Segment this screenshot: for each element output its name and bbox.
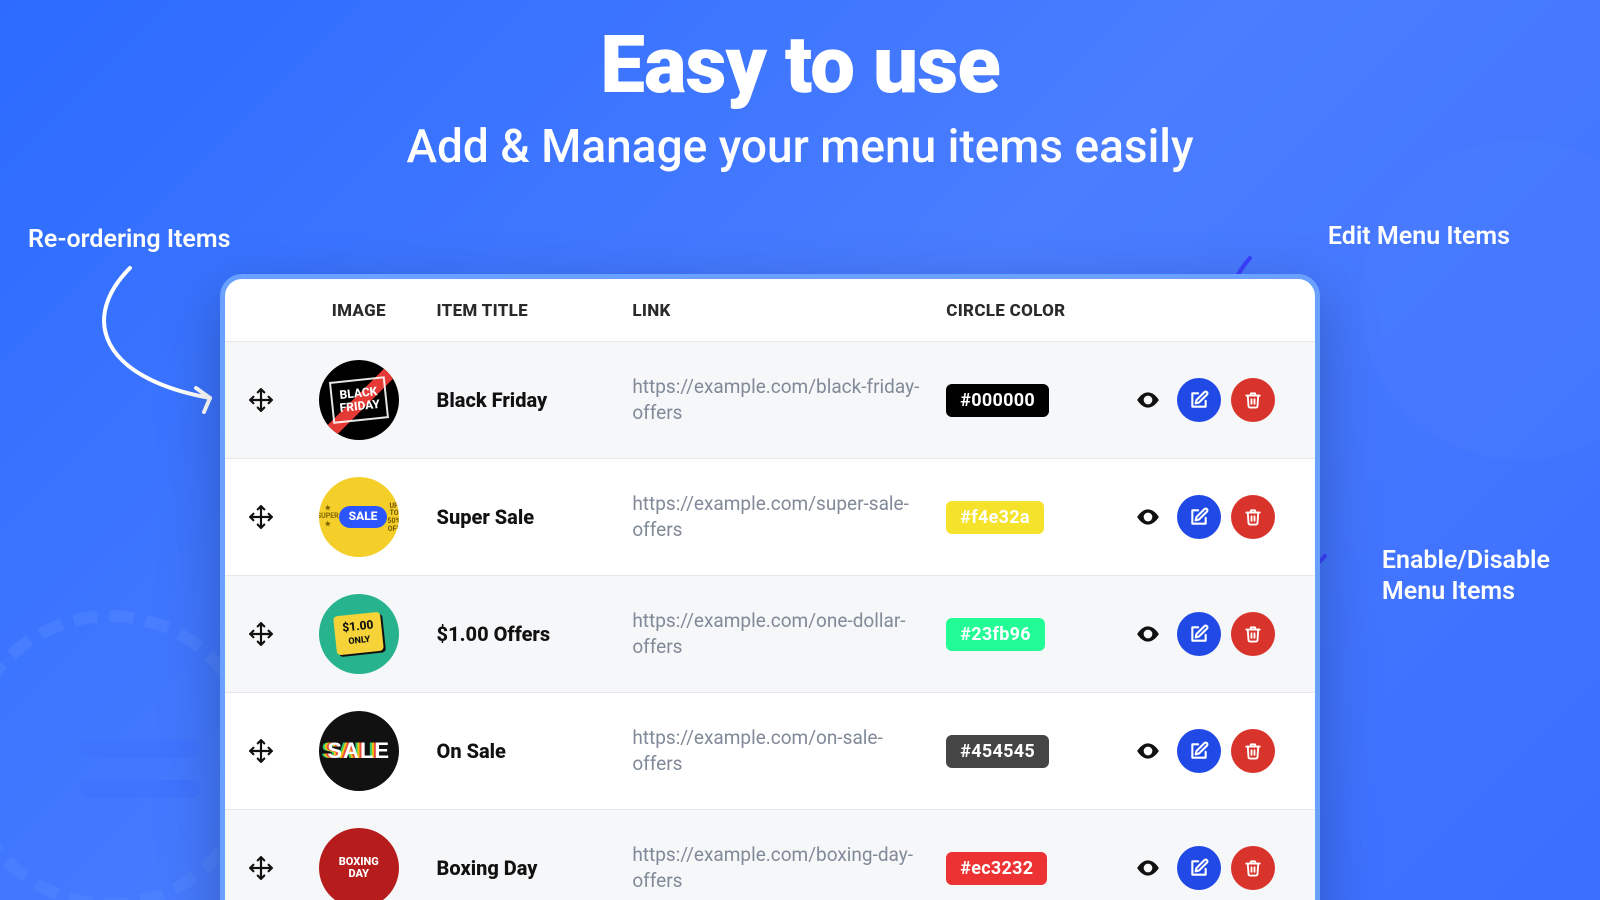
visibility-toggle[interactable] [1129,849,1167,887]
edit-button[interactable] [1177,495,1221,539]
delete-button[interactable] [1231,378,1275,422]
item-link: https://example.com/black-friday-offers [632,374,926,425]
table-row: BOXINGDAY Boxing Day https://example.com/b… [225,810,1315,900]
drag-handle-icon[interactable] [241,380,281,420]
item-link: https://example.com/one-dollar-offers [632,608,926,659]
edit-button[interactable] [1177,378,1221,422]
callout-reorder: Re-ordering Items [28,225,230,254]
item-title: On Sale [437,739,613,763]
header-image: IMAGE [291,279,427,342]
visibility-toggle[interactable] [1129,498,1167,536]
item-thumbnail: ★ SUPER ★SALEUP TO 50% OFF [319,477,399,557]
header-color: CIRCLE COLOR [936,279,1119,342]
menu-items-panel: IMAGE ITEM TITLE LINK CIRCLE COLOR BLACK… [220,274,1320,900]
delete-button[interactable] [1231,729,1275,773]
item-thumbnail: SALE [319,711,399,791]
item-thumbnail: BLACKFRIDAY [319,360,399,440]
visibility-toggle[interactable] [1129,732,1167,770]
item-link: https://example.com/super-sale-offers [632,491,926,542]
hero-title: Easy to use [0,18,1600,112]
edit-button[interactable] [1177,612,1221,656]
visibility-toggle[interactable] [1129,615,1167,653]
callout-edit: Edit Menu Items [1328,222,1510,251]
decor-bars [80,740,200,820]
menu-items-table: IMAGE ITEM TITLE LINK CIRCLE COLOR BLACK… [225,279,1315,900]
table-row: SALE On Sale https://example.com/on-sale-o… [225,693,1315,810]
color-chip: #23fb96 [946,618,1045,651]
color-chip: #ec3232 [946,852,1047,885]
drag-handle-icon[interactable] [241,497,281,537]
drag-handle-icon[interactable] [241,614,281,654]
delete-button[interactable] [1231,612,1275,656]
item-link: https://example.com/on-sale-offers [632,725,926,776]
item-title: Black Friday [437,388,613,412]
decor-circle [1360,140,1600,460]
item-title: $1.00 Offers [437,622,613,646]
callout-toggle: Enable/Disable Menu Items [1382,545,1550,608]
drag-handle-icon[interactable] [241,731,281,771]
header-link: LINK [622,279,936,342]
table-row: ★ SUPER ★SALEUP TO 50% OFF Super Sale http… [225,459,1315,576]
color-chip: #454545 [946,735,1049,768]
delete-button[interactable] [1231,846,1275,890]
color-chip: #000000 [946,384,1049,417]
table-row: BLACKFRIDAY Black Friday https://example.c… [225,342,1315,459]
item-title: Super Sale [437,505,613,529]
header-title: ITEM TITLE [427,279,623,342]
edit-button[interactable] [1177,846,1221,890]
item-link: https://example.com/boxing-day-offers [632,842,926,893]
visibility-toggle[interactable] [1129,381,1167,419]
edit-button[interactable] [1177,729,1221,773]
hero-subtitle: Add & Manage your menu items easily [0,120,1600,174]
item-thumbnail: $1.00ONLY [319,594,399,674]
color-chip: #f4e32a [946,501,1044,534]
item-title: Boxing Day [437,856,613,880]
delete-button[interactable] [1231,495,1275,539]
table-row: $1.00ONLY $1.00 Offers https://example.com… [225,576,1315,693]
drag-handle-icon[interactable] [241,848,281,888]
item-thumbnail: BOXINGDAY [319,828,399,900]
